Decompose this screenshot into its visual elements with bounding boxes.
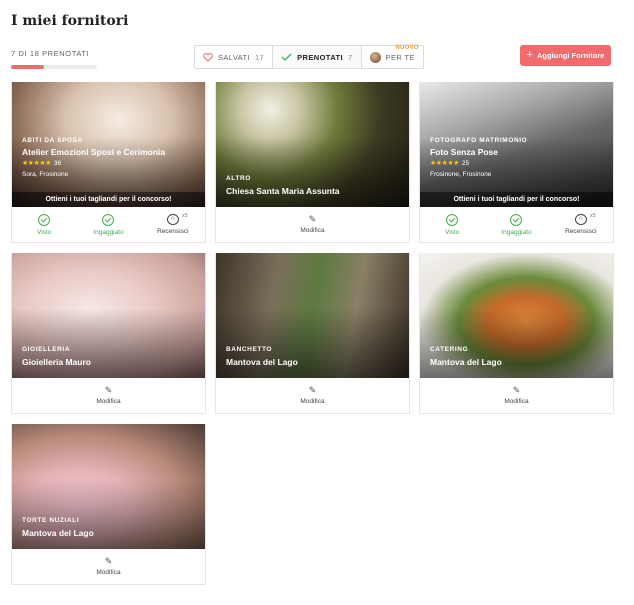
vendor-location: Sora, Frosinone — [22, 171, 69, 178]
plus-icon: + — [526, 49, 533, 61]
edit-label: Modifica — [300, 227, 325, 234]
check-circle-icon — [510, 213, 523, 226]
vendor-name[interactable]: Mantova del Lago — [226, 357, 298, 367]
hired-button[interactable]: Ingaggiato — [484, 207, 548, 242]
vendor-name[interactable]: Atelier Emozioni Sposi e Cerimonia — [22, 147, 165, 157]
tab-booked-label: PRENOTATI — [297, 52, 343, 62]
edit-button[interactable]: ✎ Modifica — [216, 207, 409, 242]
vendor-category: ALTRO — [226, 175, 251, 182]
star-chat-icon: ☆ x5 — [574, 213, 596, 225]
booked-count: 7 DI 18 PRENOTATI — [11, 49, 90, 58]
add-vendor-label: Aggiungi Fornitore — [536, 51, 605, 60]
review-count: 36 — [53, 159, 62, 167]
edit-button[interactable]: ✎ Modifica — [216, 378, 409, 413]
pencil-icon: ✎ — [104, 385, 113, 395]
vendor-card[interactable]: CATERING Mantova del Lago ✎ Modifica — [419, 253, 614, 414]
vendor-category: GIOIELLERIA — [22, 346, 71, 353]
review-button[interactable]: ☆ x5 Recensisci — [549, 207, 613, 242]
tab-saved-count: 17 — [254, 52, 265, 62]
check-circle-icon — [38, 213, 51, 226]
pencil-icon: ✎ — [308, 385, 317, 395]
star-rating-icon: ★★★★★ — [430, 160, 459, 167]
vendor-card[interactable]: FOTOGRAFO MATRIMONIO Foto Senza Pose ★★★… — [419, 82, 614, 243]
vendor-photo — [12, 82, 205, 207]
card-actions: Visto Ingaggiato ☆ x5 Recensisci — [420, 207, 613, 242]
pencil-icon: ✎ — [104, 556, 113, 566]
vendor-rating: ★★★★★ 36 — [22, 159, 62, 168]
hired-label: Ingaggiato — [501, 228, 532, 236]
card-actions: Visto Ingaggiato ☆ x5 Recensisci — [12, 207, 205, 242]
promo-banner[interactable]: Ottieni i tuoi tagliandi per il concorso… — [12, 192, 205, 207]
vendor-photo — [420, 82, 613, 207]
check-circle-icon — [102, 213, 115, 226]
card-actions: ✎ Modifica — [216, 207, 409, 242]
vendor-card[interactable]: GIOIELLERIA Gioielleria Mauro ✎ Modifica — [11, 253, 206, 414]
card-actions: ✎ Modifica — [12, 378, 205, 413]
vendor-card[interactable]: ALTRO Chiesa Santa Maria Assunta ✎ Modifi… — [215, 82, 410, 243]
vendor-location: Frosinone, Frosinone — [430, 171, 492, 178]
review-multiplier: x5 — [181, 213, 188, 219]
vendor-category: BANCHETTO — [226, 346, 273, 353]
edit-button[interactable]: ✎ Modifica — [420, 378, 613, 413]
edit-label: Modifica — [96, 398, 121, 405]
card-actions: ✎ Modifica — [216, 378, 409, 413]
review-label: Recensisci — [565, 228, 597, 235]
review-button[interactable]: ☆ x5 Recensisci — [141, 207, 205, 242]
heart-icon — [203, 52, 213, 62]
seen-label: Visto — [36, 228, 52, 236]
vendor-name[interactable]: Gioielleria Mauro — [22, 357, 91, 367]
tab-booked[interactable]: PRENOTATI 7 — [273, 46, 362, 68]
seen-button[interactable]: Visto — [420, 207, 484, 242]
review-label: Recensisci — [157, 228, 189, 235]
edit-button[interactable]: ✎ Modifica — [12, 549, 205, 584]
edit-label: Modifica — [96, 569, 121, 576]
vendor-name[interactable]: Chiesa Santa Maria Assunta — [226, 186, 340, 196]
new-badge: NUOVO — [395, 45, 419, 51]
vendor-category: TORTE NUZIALI — [22, 517, 80, 524]
star-rating-icon: ★★★★★ — [22, 160, 51, 167]
booked-progress-bar — [11, 65, 97, 69]
vendor-category: FOTOGRAFO MATRIMONIO — [430, 137, 528, 144]
review-count: 25 — [461, 159, 470, 167]
check-circle-icon — [446, 213, 459, 226]
card-actions: ✎ Modifica — [420, 378, 613, 413]
check-icon — [281, 53, 292, 61]
tab-for-you[interactable]: PER TE NUOVO — [362, 45, 423, 68]
pencil-icon: ✎ — [512, 385, 521, 395]
tab-saved[interactable]: SALVATI 17 — [195, 46, 274, 68]
vendor-category: ABITI DA SPOSA — [22, 137, 83, 144]
edit-label: Modifica — [300, 398, 325, 405]
vendor-name[interactable]: Mantova del Lago — [22, 528, 94, 538]
hired-label: Ingaggiato — [93, 228, 124, 236]
vendor-tabs: SALVATI 17 PRENOTATI 7 PER TE NUOVO — [194, 45, 424, 69]
tab-booked-count: 7 — [347, 52, 353, 62]
booked-progress-fill — [11, 65, 45, 69]
star-chat-icon: ☆ x5 — [166, 213, 188, 225]
tab-for-you-label: PER TE — [385, 52, 415, 62]
add-vendor-button[interactable]: + Aggiungi Fornitore — [520, 45, 611, 66]
seen-button[interactable]: Visto — [12, 207, 76, 242]
vendor-card[interactable]: TORTE NUZIALI Mantova del Lago ✎ Modifica — [11, 424, 206, 585]
seen-label: Visto — [444, 228, 460, 236]
edit-label: Modifica — [504, 398, 529, 405]
review-multiplier: x5 — [589, 213, 596, 219]
vendor-card[interactable]: BANCHETTO Mantova del Lago ✎ Modifica — [215, 253, 410, 414]
edit-button[interactable]: ✎ Modifica — [12, 378, 205, 413]
vendor-category: CATERING — [430, 346, 469, 353]
hired-button[interactable]: Ingaggiato — [76, 207, 140, 242]
vendor-card[interactable]: ABITI DA SPOSA Atelier Emozioni Sposi e … — [11, 82, 206, 243]
card-actions: ✎ Modifica — [12, 549, 205, 584]
page-title: I miei fornitori — [11, 13, 129, 29]
tab-saved-label: SALVATI — [218, 52, 250, 62]
vendor-name[interactable]: Foto Senza Pose — [430, 147, 498, 157]
promo-banner[interactable]: Ottieni i tuoi tagliandi per il concorso… — [420, 192, 613, 207]
vendor-rating: ★★★★★ 25 — [430, 159, 470, 168]
avatar — [369, 51, 381, 63]
pencil-icon: ✎ — [308, 214, 317, 224]
vendor-name[interactable]: Mantova del Lago — [430, 357, 502, 367]
